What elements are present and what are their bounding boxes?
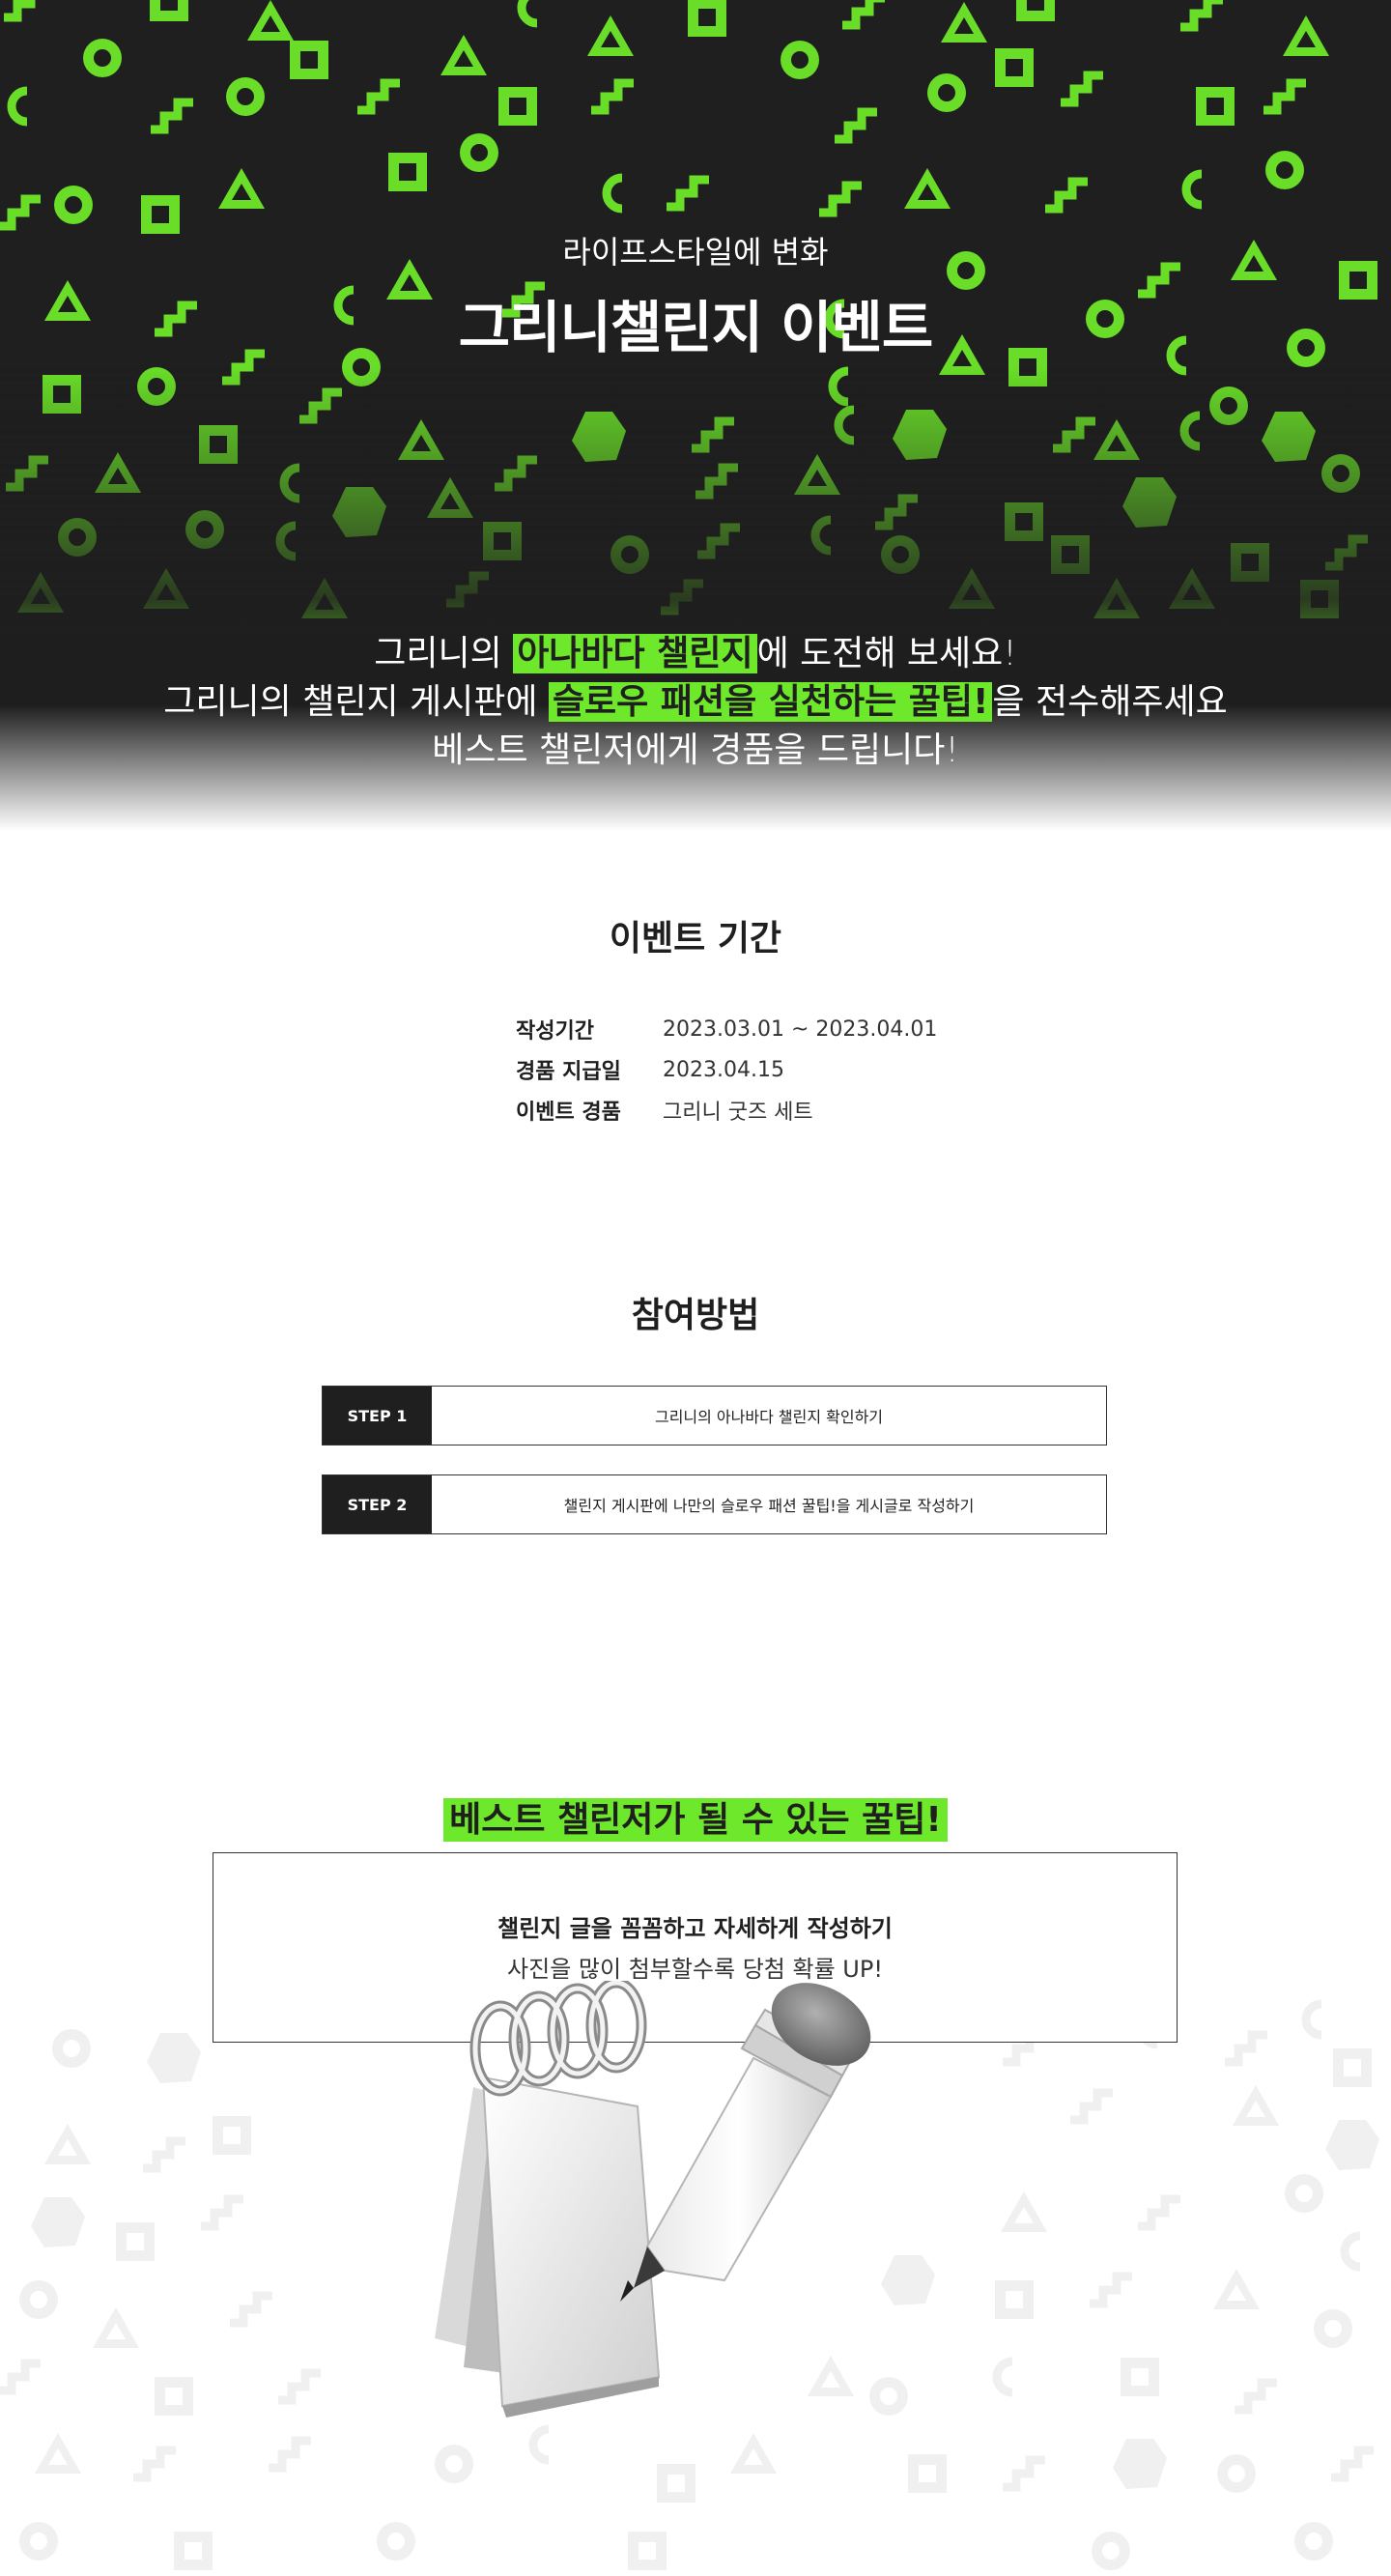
tips-line-2: 사진을 많이 첨부할수록 당첨 확률 UP! [507,1956,883,1983]
step-text: 그리니의 아나바다 챌린지 확인하기 [654,1408,884,1426]
step-1-row: STEP 1 그리니의 아나바다 챌린지 확인하기 [322,1386,1107,1445]
step-2-row: STEP 2 챌린지 게시판에 나만의 슬로우 패션 꿀팁!을 게시글로 작성하… [322,1474,1107,1534]
tips-title: 베스트 챌린저가 될 수 있는 꿀팁! [0,1791,1391,1842]
info-row-writing-period: 작성기간 2023.03.01 ~ 2023.04.01 [516,1009,937,1049]
event-period-title: 이벤트 기간 [609,919,782,959]
hero-line-2-end: 을 전수해주세요 [992,682,1228,722]
info-label: 이벤트 경품 [516,1101,621,1125]
tips-line-1: 챌린지 글을 꼼꼼하고 자세하게 작성하기 [497,1915,893,1942]
participation-title: 참여방법 [631,1296,760,1335]
info-row-prize: 이벤트 경품 그리니 굿즈 세트 [516,1090,937,1131]
notepad-pencil-illustration [435,1981,871,2418]
hero-line-1-end: 에 도전해 보세요! [756,634,1017,673]
info-value: 그리니 굿즈 세트 [663,1101,813,1125]
tips-title-text: 베스트 챌린저가 될 수 있는 꿀팁! [443,1798,948,1842]
info-row-prize-date: 경품 지급일 2023.04.15 [516,1049,937,1090]
info-label: 경품 지급일 [516,1060,621,1084]
info-value: 2023.04.15 [663,1057,784,1082]
step-label: STEP 2 [323,1475,432,1533]
info-label: 작성기간 [516,1019,594,1044]
hero-line-1: 그리니의 아나바다 챌린지 에 도전해 보세요! [0,630,1391,678]
hero-description: 그리니의 아나바다 챌린지 에 도전해 보세요! 그리니의 챌린지 게시판에 슬로… [0,630,1391,775]
hero-line-2-text: 그리니의 챌린지 게시판에 [163,682,549,722]
hero-line-2-highlight: 슬로우 패션을 실천하는 꿀팁! [548,682,993,722]
step-text: 챌린지 게시판에 나만의 슬로우 패션 꿀팁!을 게시글로 작성하기 [563,1497,975,1515]
hero-title: 그리니챌린지 이벤트 [458,295,933,360]
step-label: STEP 1 [323,1387,432,1445]
hero-subtitle: 라이프스타일에 변화 [562,234,829,271]
hero-line-2: 그리니의 챌린지 게시판에 슬로우 패션을 실천하는 꿀팁! 을 전수해주세요 [0,678,1391,727]
hero-line-3: 베스트 챌린저에게 경품을 드립니다! [432,730,959,770]
event-info-table: 작성기간 2023.03.01 ~ 2023.04.01 경품 지급일 2023… [516,1009,937,1131]
info-value: 2023.03.01 ~ 2023.04.01 [663,1016,938,1042]
hero-banner: 라이프스타일에 변화 그리니챌린지 이벤트 그리니의 아나바다 챌린지 에 도전해… [0,0,1391,831]
event-page: 라이프스타일에 변화 그리니챌린지 이벤트 그리니의 아나바다 챌린지 에 도전해… [0,0,1391,2576]
pencil-icon [620,1983,871,2302]
notepad-icon [435,1981,661,2418]
hero-line-1-highlight: 아나바다 챌린지 [513,634,757,673]
hero-line-1-text: 그리니의 [374,634,514,673]
